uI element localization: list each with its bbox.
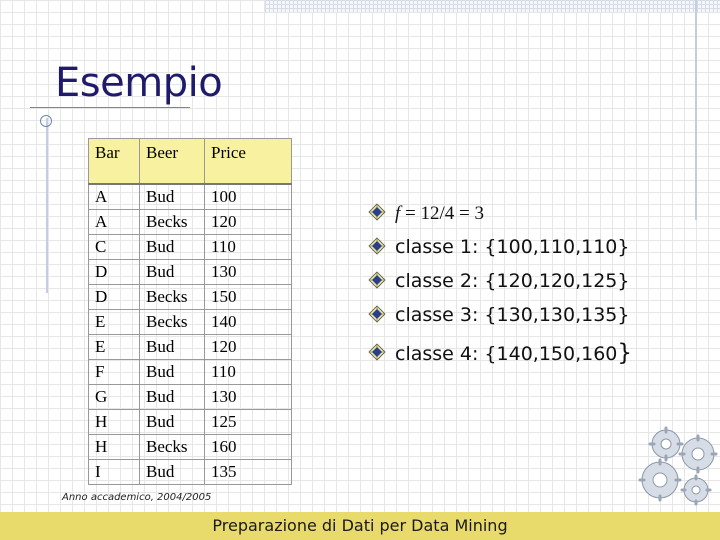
cell-beer: Bud bbox=[139, 259, 205, 285]
formula-text: f = 12/4 = 3 bbox=[395, 203, 484, 224]
cell-price: 130 bbox=[204, 259, 292, 285]
decorative-vertical-line-right bbox=[695, 0, 697, 220]
bullet-list: f = 12/4 = 3 classe 1: {100,110,110} cla… bbox=[368, 200, 632, 374]
cell-beer: Bud bbox=[139, 409, 205, 435]
cell-bar: E bbox=[88, 309, 140, 335]
table-row: A Bud 100 bbox=[88, 183, 292, 210]
table-row: E Becks 140 bbox=[88, 309, 292, 335]
header-beer: Beer bbox=[139, 138, 205, 185]
cell-bar: C bbox=[88, 234, 140, 260]
cell-bar: G bbox=[88, 384, 140, 410]
cell-price: 120 bbox=[204, 209, 292, 235]
slide-title: Esempio bbox=[55, 60, 223, 106]
cell-price: 160 bbox=[204, 434, 292, 460]
bullet-class-4: classe 4: {140,150,160} bbox=[368, 340, 632, 374]
class-3-text: classe 3: {130,130,135} bbox=[395, 304, 630, 326]
cell-price: 125 bbox=[204, 409, 292, 435]
cell-bar: D bbox=[88, 284, 140, 310]
bullet-class-3: classe 3: {130,130,135} bbox=[368, 302, 632, 336]
table-row: G Bud 130 bbox=[88, 384, 292, 410]
bullet-formula: f = 12/4 = 3 bbox=[368, 200, 632, 234]
bullet-class-1: classe 1: {100,110,110} bbox=[368, 234, 632, 268]
table-header-row: Bar Beer Price bbox=[88, 138, 292, 185]
header-price: Price bbox=[204, 138, 292, 185]
cell-beer: Bud bbox=[139, 183, 205, 210]
footer-course-title: Preparazione di Dati per Data Mining bbox=[212, 516, 508, 535]
cell-price: 110 bbox=[204, 359, 292, 385]
cell-bar: E bbox=[88, 334, 140, 360]
diamond-bullet-icon bbox=[368, 271, 386, 289]
class-4-text: classe 4: {140,150,160 bbox=[395, 343, 618, 365]
table-row: D Becks 150 bbox=[88, 284, 292, 310]
bullet-class-2: classe 2: {120,120,125} bbox=[368, 268, 632, 302]
gears-icon bbox=[638, 426, 718, 506]
cell-price: 110 bbox=[204, 234, 292, 260]
cell-bar: H bbox=[88, 434, 140, 460]
class-2-text: classe 2: {120,120,125} bbox=[395, 270, 630, 292]
cell-bar: H bbox=[88, 409, 140, 435]
cell-beer: Bud bbox=[139, 334, 205, 360]
cell-beer: Becks bbox=[139, 309, 205, 335]
table-row: C Bud 110 bbox=[88, 234, 292, 260]
table-row: H Becks 160 bbox=[88, 434, 292, 460]
cell-beer: Bud bbox=[139, 384, 205, 410]
table-row: E Bud 120 bbox=[88, 334, 292, 360]
class-1-text: classe 1: {100,110,110} bbox=[395, 236, 630, 258]
diamond-bullet-icon bbox=[368, 203, 386, 221]
cell-bar: I bbox=[88, 459, 140, 485]
table-row: I Bud 135 bbox=[88, 459, 292, 485]
diamond-bullet-icon bbox=[368, 305, 386, 323]
crosshair-ornament bbox=[40, 115, 52, 127]
cell-beer: Becks bbox=[139, 284, 205, 310]
table-row: F Bud 110 bbox=[88, 359, 292, 385]
cell-price: 100 bbox=[204, 183, 292, 210]
cell-beer: Bud bbox=[139, 359, 205, 385]
title-underline bbox=[30, 107, 190, 108]
cell-bar: F bbox=[88, 359, 140, 385]
decorative-vertical-line-left bbox=[46, 118, 48, 293]
cell-bar: D bbox=[88, 259, 140, 285]
footer-academic-year: Anno accademico, 2004/2005 bbox=[62, 492, 212, 503]
cell-beer: Becks bbox=[139, 434, 205, 460]
diamond-bullet-icon bbox=[368, 343, 386, 361]
cell-price: 130 bbox=[204, 384, 292, 410]
table-row: H Bud 125 bbox=[88, 409, 292, 435]
class-4-closing-brace: } bbox=[617, 340, 633, 366]
cell-price: 120 bbox=[204, 334, 292, 360]
cell-price: 135 bbox=[204, 459, 292, 485]
cell-beer: Bud bbox=[139, 234, 205, 260]
beer-price-table: Bar Beer Price A Bud 100 A Becks 120 C B… bbox=[88, 138, 292, 485]
table-row: D Bud 130 bbox=[88, 259, 292, 285]
cell-beer: Bud bbox=[139, 459, 205, 485]
cell-beer: Becks bbox=[139, 209, 205, 235]
top-decorative-strip bbox=[265, 0, 720, 12]
diamond-bullet-icon bbox=[368, 237, 386, 255]
header-bar: Bar bbox=[88, 138, 140, 185]
cell-bar: A bbox=[88, 209, 140, 235]
formula-expression: = 12/4 = 3 bbox=[400, 203, 484, 224]
table-row: A Becks 120 bbox=[88, 209, 292, 235]
cell-price: 150 bbox=[204, 284, 292, 310]
cell-price: 140 bbox=[204, 309, 292, 335]
cell-bar: A bbox=[88, 183, 140, 210]
